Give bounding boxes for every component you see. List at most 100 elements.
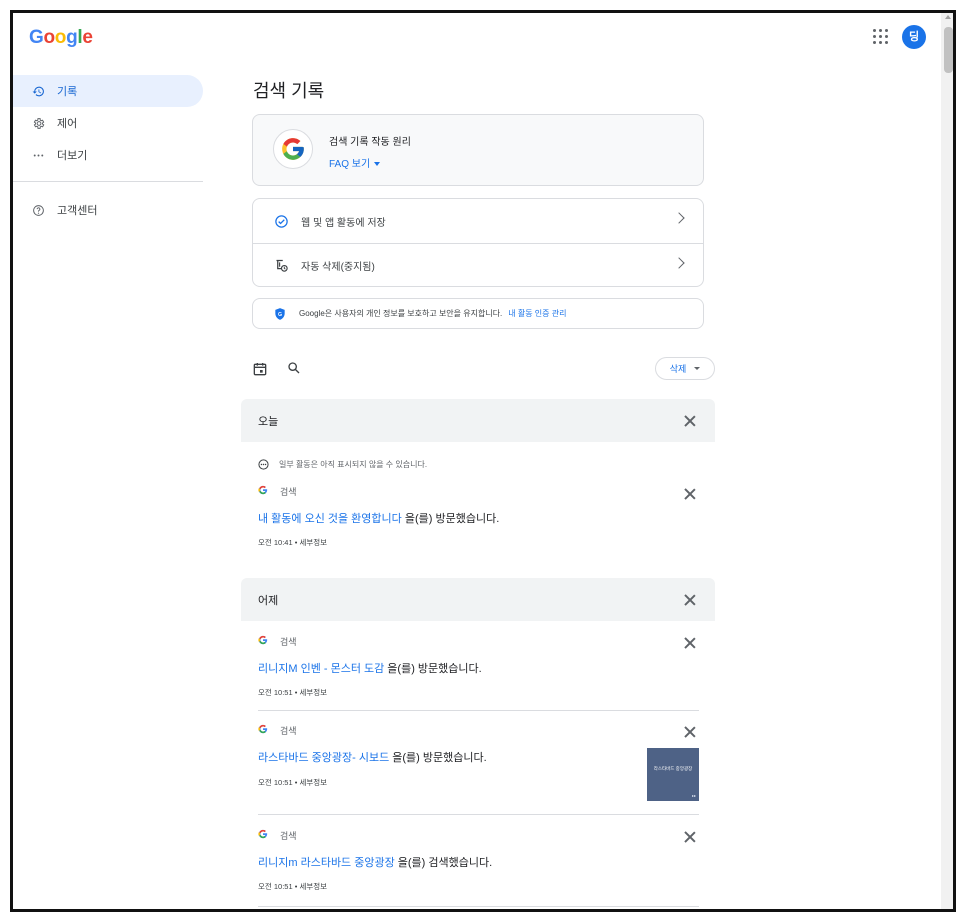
activity-time: 오전 10:41	[258, 538, 293, 547]
shield-icon: G	[273, 307, 287, 321]
delete-item-close-icon[interactable]	[684, 637, 696, 649]
delete-item-close-icon[interactable]	[684, 488, 696, 500]
activity-time: 오전 10:51	[258, 778, 293, 787]
activity-time: 오전 10:51	[258, 882, 293, 891]
chevron-right-icon	[673, 257, 685, 269]
activity-meta: 오전 10:51 • 세부정보	[258, 881, 327, 892]
delete-day-close-icon[interactable]	[684, 415, 696, 427]
check-circle-icon	[273, 213, 289, 229]
scroll-up-arrow-icon[interactable]	[945, 15, 951, 19]
faq-link[interactable]: FAQ 보기	[329, 155, 381, 170]
activity-link[interactable]: 리니지m 라스타바드 중앙광장	[258, 857, 395, 869]
logo-letter: G	[29, 27, 44, 48]
logo-letter: g	[66, 27, 78, 48]
source-label: 검색	[280, 637, 297, 647]
delete-button-label: 삭제	[669, 364, 687, 374]
details-link[interactable]: 세부정보	[299, 538, 327, 547]
source-label: 검색	[280, 831, 297, 841]
browser-frame: Google 딩 기록 제어 더보기 고객센터 검색 기록 검색 기록 작동 원…	[10, 10, 956, 912]
privacy-card: G Google은 사용자의 개인 정보를 보호하고 보안을 유지합니다. 내 …	[252, 298, 704, 329]
delete-button[interactable]: 삭제	[655, 357, 715, 380]
activity-source: 검색	[258, 829, 297, 842]
manage-verification-link[interactable]: 내 활동 인증 관리	[508, 308, 566, 319]
setting-label: 웹 및 앱 활동에 저장	[301, 217, 386, 229]
activity-link[interactable]: 리니지M 인벤 - 몬스터 도감	[258, 663, 384, 675]
sidebar-item-label: 더보기	[57, 150, 88, 162]
settings-gear-icon	[31, 116, 45, 130]
thumbnail-mark-icon: ▸▸	[691, 793, 696, 798]
item-divider	[258, 906, 699, 907]
activity-time: 오전 10:51	[258, 688, 293, 697]
activity-link[interactable]: 라스타바드 중앙광장- 시보드	[258, 752, 389, 764]
privacy-text: Google은 사용자의 개인 정보를 보호하고 보안을 유지합니다.	[299, 309, 503, 318]
caret-down-icon	[374, 162, 381, 167]
chevron-right-icon	[673, 212, 685, 224]
details-link[interactable]: 세부정보	[299, 688, 327, 697]
delete-item-close-icon[interactable]	[684, 831, 696, 843]
auto-delete-icon	[273, 258, 289, 274]
more-horiz-icon	[31, 148, 45, 162]
thumbnail-text: 라스타바드 중앙광장	[653, 766, 693, 771]
caret-down-icon	[694, 367, 701, 370]
sidebar-item-more[interactable]: 더보기	[13, 139, 203, 171]
sidebar-item-label: 기록	[57, 86, 78, 98]
account-avatar[interactable]: 딩	[902, 25, 926, 49]
google-g-icon	[273, 129, 313, 169]
page-thumbnail[interactable]: 라스타바드 중앙광장 ▸▸	[647, 748, 699, 801]
sidebar-item-help[interactable]: 고객센터	[13, 194, 203, 226]
delete-day-close-icon[interactable]	[684, 594, 696, 606]
setting-label: 자동 삭제(중지됨)	[301, 262, 375, 273]
how-it-works-title: 검색 기록 작동 원리	[329, 137, 411, 148]
activity-title: 리니지m 라스타바드 중앙광장 을(를) 검색했습니다.	[258, 854, 492, 870]
auto-delete-row[interactable]: 자동 삭제(중지됨)	[253, 243, 703, 287]
day-label: 어제	[258, 594, 279, 607]
more-circle-icon	[258, 459, 269, 470]
sidebar-item-history[interactable]: 기록	[13, 75, 203, 107]
web-app-activity-row[interactable]: 웹 및 앱 활동에 저장	[253, 199, 703, 243]
activity-suffix: 을(를) 방문했습니다.	[389, 752, 487, 764]
source-label: 검색	[280, 487, 297, 497]
help-icon	[31, 203, 45, 217]
activity-link[interactable]: 내 활동에 오신 것을 환영합니다	[258, 513, 402, 525]
page-scrollbar[interactable]	[941, 13, 953, 909]
activity-suffix: 을(를) 방문했습니다.	[384, 663, 482, 675]
google-g-icon	[258, 485, 268, 498]
activity-meta: 오전 10:41 • 세부정보	[258, 537, 327, 548]
history-icon	[31, 84, 45, 98]
delete-item-close-icon[interactable]	[684, 726, 696, 738]
sidebar-item-controls[interactable]: 제어	[13, 107, 203, 139]
search-icon[interactable]	[286, 360, 302, 376]
activity-source: 검색	[258, 724, 297, 737]
item-divider	[258, 814, 699, 815]
sidebar: 기록 제어 더보기 고객센터	[13, 75, 203, 226]
activity-source: 검색	[258, 485, 297, 498]
logo-letter: o	[43, 27, 55, 48]
details-link[interactable]: 세부정보	[299, 778, 327, 787]
top-bar: Google 딩	[13, 13, 941, 63]
activity-meta: 오전 10:51 • 세부정보	[258, 777, 327, 788]
google-g-icon	[258, 724, 268, 737]
details-link[interactable]: 세부정보	[299, 882, 327, 891]
day-label: 오늘	[258, 415, 279, 428]
google-logo[interactable]: Google	[29, 27, 93, 49]
sidebar-item-label: 제어	[57, 118, 78, 130]
apps-grid-icon[interactable]	[871, 27, 891, 47]
page-title: 검색 기록	[253, 81, 325, 101]
logo-letter: e	[82, 27, 93, 48]
activity-suffix: 을(를) 방문했습니다.	[401, 513, 500, 525]
item-divider	[258, 710, 699, 711]
sidebar-item-label: 고객센터	[57, 205, 98, 217]
scroll-thumb[interactable]	[944, 27, 953, 73]
google-g-icon	[258, 829, 268, 842]
activity-title: 내 활동에 오신 것을 환영합니다 을(를) 방문했습니다.	[258, 510, 499, 526]
activity-settings-card: 웹 및 앱 활동에 저장 자동 삭제(중지됨)	[252, 198, 704, 287]
activity-title: 리니지M 인벤 - 몬스터 도감 을(를) 방문했습니다.	[258, 660, 482, 676]
day-header-yesterday: 어제	[241, 578, 715, 621]
logo-letter: o	[54, 27, 67, 48]
calendar-icon[interactable]	[252, 361, 268, 377]
activity-title: 라스타바드 중앙광장- 시보드 을(를) 방문했습니다.	[258, 749, 487, 765]
activity-suffix: 을(를) 검색했습니다.	[394, 857, 493, 869]
sidebar-divider	[13, 181, 203, 182]
activity-meta: 오전 10:51 • 세부정보	[258, 687, 327, 698]
source-label: 검색	[280, 726, 297, 736]
